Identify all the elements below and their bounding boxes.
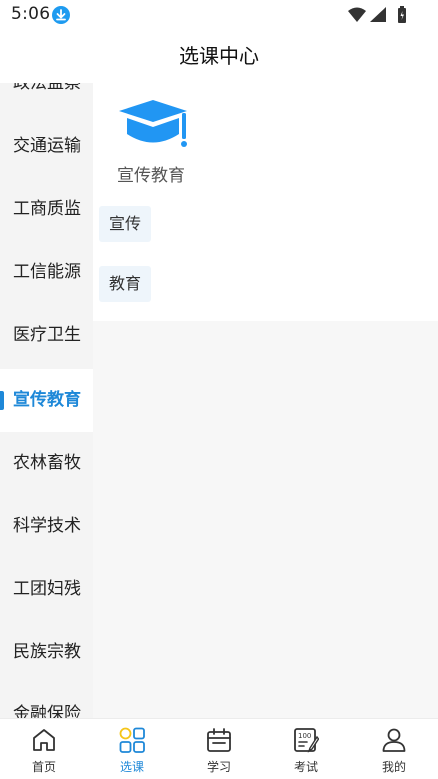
home-icon — [31, 727, 57, 753]
category-sidebar[interactable]: 政法监察 交通运输 工商质监 工信能源 医疗卫生 宣传教育 农林畜牧 科学技术 … — [0, 83, 93, 718]
category-title: 宣传教育 — [117, 166, 185, 186]
category-content: 宣传教育 宣传 教育 — [93, 83, 438, 718]
tab-course-selection-label: 选课 — [119, 760, 144, 774]
tab-study[interactable]: 学习 — [175, 719, 263, 779]
subcategory-chip-education[interactable]: 教育 — [99, 266, 152, 302]
tab-study-label: 学习 — [206, 760, 231, 774]
category-panel: 宣传教育 宣传 教育 — [93, 83, 438, 321]
user-icon — [381, 727, 407, 753]
status-icons — [348, 6, 408, 24]
sidebar-item-unions[interactable]: 工团妇残 — [0, 558, 93, 621]
calendar-icon — [206, 727, 232, 753]
tab-mine[interactable]: 我的 — [350, 719, 438, 779]
wifi-icon — [348, 6, 406, 23]
svg-text:100: 100 — [298, 732, 311, 740]
bottom-tabbar: 首页 选课 学习 100 考试 我的 — [0, 718, 438, 779]
signal-icon — [370, 7, 386, 22]
sidebar-item-healthcare[interactable]: 医疗卫生 — [0, 304, 93, 367]
tab-home[interactable]: 首页 — [0, 719, 88, 779]
subcategory-chip-publicity[interactable]: 宣传 — [99, 206, 152, 242]
sidebar-item-politics-law[interactable]: 政法监察 — [0, 83, 93, 115]
sidebar-item-transport[interactable]: 交通运输 — [0, 115, 93, 178]
tab-mine-label: 我的 — [381, 760, 406, 774]
tab-course-selection[interactable]: 选课 — [88, 719, 176, 779]
sidebar-item-finance-insurance[interactable]: 金融保险 — [0, 683, 93, 718]
tab-exam-label: 考试 — [293, 760, 318, 774]
exam-icon: 100 — [293, 727, 320, 753]
tab-home-label: 首页 — [31, 760, 56, 774]
status-time: 5:06 — [11, 4, 51, 24]
sidebar-item-ethnic-religion[interactable]: 民族宗教 — [0, 621, 93, 684]
status-bar: 5:06 — [0, 0, 438, 30]
grid-icon — [119, 727, 145, 753]
sidebar-item-science-tech[interactable]: 科学技术 — [0, 495, 93, 558]
download-icon — [52, 6, 70, 24]
sidebar-item-publicity-education[interactable]: 宣传教育 — [0, 369, 93, 432]
page-title: 选课中心 — [179, 44, 259, 68]
sidebar-item-industry-energy[interactable]: 工信能源 — [0, 241, 93, 304]
sidebar-item-agriculture[interactable]: 农林畜牧 — [0, 432, 93, 495]
graduation-cap-icon — [117, 99, 191, 159]
sidebar-item-commerce[interactable]: 工商质监 — [0, 178, 93, 241]
tab-exam[interactable]: 100 考试 — [262, 719, 350, 779]
